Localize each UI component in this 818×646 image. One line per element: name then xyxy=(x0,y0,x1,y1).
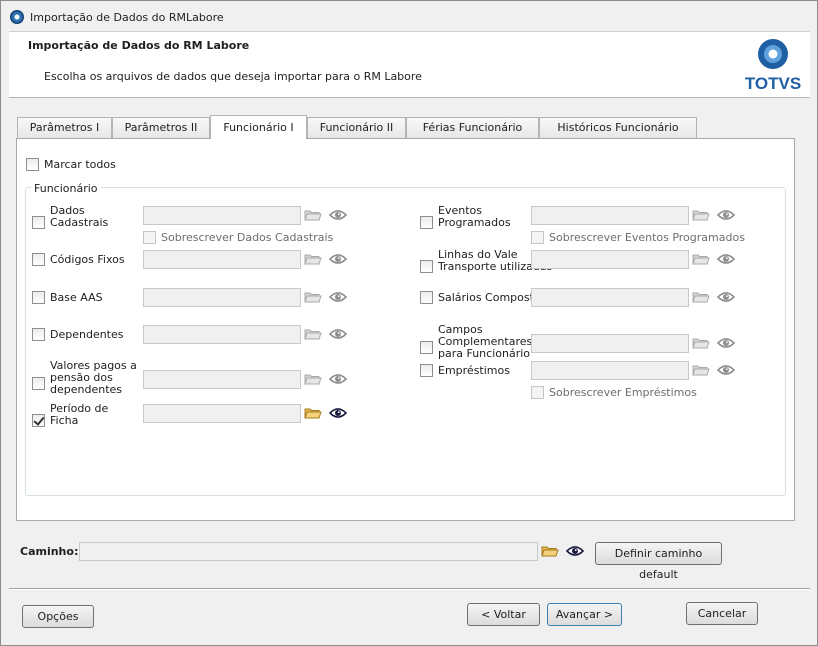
right-item-4-overwrite-checkbox[interactable] xyxy=(531,386,544,399)
right-item-2-path-field xyxy=(531,288,689,307)
left-item-0-view-eye-icon[interactable] xyxy=(328,208,348,222)
right-item-3-view-eye-icon[interactable] xyxy=(716,336,736,350)
tab-parametros-i[interactable]: Parâmetros I xyxy=(17,117,112,139)
tab-ferias-funcionario[interactable]: Férias Funcionário xyxy=(406,117,539,139)
tab-panel-funcionario-i: Marcar todos Funcionário Dados Cadastrai… xyxy=(16,138,795,521)
left-item-0-label: Dados Cadastrais xyxy=(50,204,109,229)
right-item-2-folder-open-icon[interactable] xyxy=(692,290,710,304)
tab-historicos-funcionario[interactable]: Históricos Funcionário xyxy=(539,117,697,139)
svg-text:TOTVS: TOTVS xyxy=(745,74,801,93)
header-separator xyxy=(9,97,810,98)
left-item-4-folder-open-icon[interactable] xyxy=(304,372,322,386)
left-item-1-view-eye-icon[interactable] xyxy=(328,252,348,266)
path-folder-open-icon[interactable] xyxy=(541,544,559,558)
path-input[interactable] xyxy=(79,542,538,561)
cancel-button[interactable]: Cancelar xyxy=(686,602,758,625)
left-item-2-label: Base AAS xyxy=(50,291,103,304)
left-item-1-folder-open-icon[interactable] xyxy=(304,252,322,266)
left-item-5-checkbox[interactable] xyxy=(32,414,45,427)
default-path-button[interactable]: Definir caminho default xyxy=(595,542,722,581)
right-item-1-folder-open-icon[interactable] xyxy=(692,252,710,266)
window-title: Importação de Dados do RMLabore xyxy=(30,11,224,24)
right-item-3-path-field xyxy=(531,334,689,353)
left-item-4-checkbox[interactable] xyxy=(32,377,45,390)
header-title: Importação de Dados do RM Labore xyxy=(28,39,250,52)
right-item-0-view-eye-icon[interactable] xyxy=(716,208,736,222)
left-item-0-overwrite-label: Sobrescrever Dados Cadastrais xyxy=(161,231,334,244)
left-item-4-view-eye-icon[interactable] xyxy=(328,372,348,386)
left-item-5-path-field[interactable] xyxy=(143,404,301,423)
left-item-3-folder-open-icon[interactable] xyxy=(304,327,322,341)
left-item-1-checkbox[interactable] xyxy=(32,253,45,266)
back-button[interactable]: < Voltar xyxy=(467,603,540,626)
tab-parametros-ii[interactable]: Parâmetros II xyxy=(112,117,210,139)
path-label: Caminho: xyxy=(20,545,79,558)
left-item-0-folder-open-icon[interactable] xyxy=(304,208,322,222)
totvs-logo: TOTVS xyxy=(741,37,805,93)
right-item-4-overwrite-label: Sobrescrever Empréstimos xyxy=(549,386,697,399)
right-item-3-checkbox[interactable] xyxy=(420,341,433,354)
wizard-header: Importação de Dados do RM Labore Escolha… xyxy=(9,31,810,97)
left-item-3-path-field xyxy=(143,325,301,344)
right-item-4-folder-open-icon[interactable] xyxy=(692,363,710,377)
right-item-0-checkbox[interactable] xyxy=(420,216,433,229)
header-subtitle: Escolha os arquivos de dados que deseja … xyxy=(44,70,422,83)
left-item-2-path-field xyxy=(143,288,301,307)
right-item-0-overwrite-checkbox[interactable] xyxy=(531,231,544,244)
left-item-5-view-eye-icon[interactable] xyxy=(328,406,348,420)
right-item-1-checkbox[interactable] xyxy=(420,260,433,273)
right-item-4-path-field xyxy=(531,361,689,380)
left-item-4-path-field xyxy=(143,370,301,389)
left-item-5-label: Período de Ficha xyxy=(50,402,109,427)
left-item-2-folder-open-icon[interactable] xyxy=(304,290,322,304)
mark-all-label: Marcar todos xyxy=(44,158,116,171)
left-item-2-view-eye-icon[interactable] xyxy=(328,290,348,304)
title-bar: Importação de Dados do RMLabore xyxy=(1,1,817,31)
right-item-4-label: Empréstimos xyxy=(438,364,510,377)
right-item-0-folder-open-icon[interactable] xyxy=(692,208,710,222)
right-item-3-folder-open-icon[interactable] xyxy=(692,336,710,350)
left-item-4-label: Valores pagos a pensão dos dependentes xyxy=(50,359,137,396)
right-item-4-view-eye-icon[interactable] xyxy=(716,363,736,377)
mark-all-checkbox[interactable] xyxy=(26,158,39,171)
left-item-0-checkbox[interactable] xyxy=(32,216,45,229)
group-title: Funcionário xyxy=(31,182,101,195)
left-item-3-label: Dependentes xyxy=(50,328,124,341)
left-item-2-checkbox[interactable] xyxy=(32,291,45,304)
footer-separator-highlight xyxy=(9,589,810,590)
right-item-2-checkbox[interactable] xyxy=(420,291,433,304)
right-item-0-overwrite-label: Sobrescrever Eventos Programados xyxy=(549,231,745,244)
right-item-0-path-field xyxy=(531,206,689,225)
right-item-1-view-eye-icon[interactable] xyxy=(716,252,736,266)
left-item-0-overwrite-checkbox[interactable] xyxy=(143,231,156,244)
left-item-1-label: Códigos Fixos xyxy=(50,253,125,266)
import-window: Importação de Dados do RMLabore Importaç… xyxy=(0,0,818,646)
app-icon xyxy=(10,10,24,24)
left-item-0-path-field xyxy=(143,206,301,225)
right-item-3-label: Campos Complementares para Funcionário xyxy=(438,323,533,360)
right-item-4-checkbox[interactable] xyxy=(420,364,433,377)
next-button[interactable]: Avançar > xyxy=(547,603,622,626)
left-item-3-view-eye-icon[interactable] xyxy=(328,327,348,341)
left-item-5-folder-open-icon[interactable] xyxy=(304,406,322,420)
tab-funcionario-ii[interactable]: Funcionário II xyxy=(307,117,406,139)
tab-funcionario-i[interactable]: Funcionário I xyxy=(210,115,307,139)
right-item-0-label: Eventos Programados xyxy=(438,204,511,229)
left-item-3-checkbox[interactable] xyxy=(32,328,45,341)
path-view-eye-icon[interactable] xyxy=(565,544,585,558)
right-item-1-path-field xyxy=(531,250,689,269)
options-button[interactable]: Opções xyxy=(22,605,94,628)
left-item-1-path-field xyxy=(143,250,301,269)
right-item-2-view-eye-icon[interactable] xyxy=(716,290,736,304)
